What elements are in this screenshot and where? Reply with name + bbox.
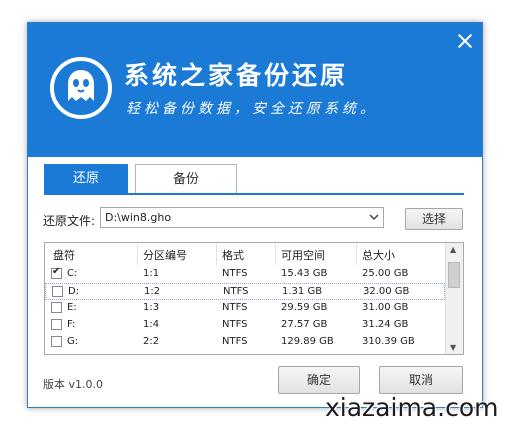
- table-header: 盘符 分区编号 格式 可用空间 总大小: [45, 243, 445, 265]
- scroll-up-icon[interactable]: ▲: [450, 245, 456, 254]
- close-icon[interactable]: [457, 33, 473, 49]
- column-divider: [216, 243, 217, 265]
- column-header-format: 格式: [222, 249, 244, 262]
- cell-drive: D:: [68, 286, 80, 297]
- table-row[interactable]: G: 2:2 NTFS 129.89 GB 310.39 GB: [45, 334, 445, 351]
- column-header-partition: 分区编号: [143, 249, 187, 262]
- cell-free: 1.31 GB: [282, 286, 323, 297]
- column-divider: [275, 243, 276, 265]
- column-divider: [356, 243, 357, 265]
- cell-free: 15.43 GB: [281, 268, 328, 279]
- cell-drive: G:: [67, 336, 79, 347]
- row-checkbox[interactable]: [52, 286, 63, 297]
- app-subtitle: 轻松备份数据，安全还原系统。: [126, 101, 378, 117]
- column-divider: [137, 243, 138, 265]
- column-header-total: 总大小: [362, 249, 395, 262]
- scroll-thumb[interactable]: [448, 262, 460, 288]
- backup-restore-window: 系统之家备份还原 轻松备份数据，安全还原系统。 还原 备份 还原文件: D:\w…: [27, 22, 483, 408]
- confirm-button[interactable]: 确定: [278, 366, 360, 394]
- cell-format: NTFS: [222, 302, 248, 313]
- cell-free: 29.59 GB: [281, 302, 328, 313]
- tab-bar: 还原 备份: [44, 164, 464, 195]
- app-title: 系统之家备份还原: [124, 61, 349, 90]
- browse-button[interactable]: 选择: [405, 208, 463, 230]
- table-scrollbar[interactable]: ▲ ▼: [445, 243, 463, 354]
- row-checkbox[interactable]: [51, 336, 62, 347]
- tab-backup[interactable]: 备份: [135, 164, 237, 193]
- cell-drive: E:: [67, 302, 77, 313]
- cell-format: NTFS: [222, 319, 248, 330]
- scroll-down-icon[interactable]: ▼: [450, 343, 456, 352]
- cell-format: NTFS: [222, 336, 248, 347]
- cell-total: 32.00 GB: [363, 286, 410, 297]
- table-row[interactable]: C: 1:1 NTFS 15.43 GB 25.00 GB: [45, 266, 445, 283]
- cell-total: 31.24 GB: [362, 319, 409, 330]
- row-checkbox[interactable]: [51, 266, 62, 279]
- restore-file-label: 还原文件:: [43, 214, 96, 228]
- cell-free: 27.57 GB: [281, 319, 328, 330]
- column-header-drive: 盘符: [53, 249, 75, 262]
- table-row[interactable]: E: 1:3 NTFS 29.59 GB 31.00 GB: [45, 300, 445, 317]
- cell-free: 129.89 GB: [281, 336, 334, 347]
- cell-partition: 1:3: [143, 302, 160, 313]
- cell-total: 25.00 GB: [362, 268, 409, 279]
- row-checkbox[interactable]: [51, 302, 62, 313]
- cell-partition: 1:2: [144, 286, 161, 297]
- cell-partition: 1:4: [143, 319, 160, 330]
- cancel-button[interactable]: 取消: [379, 366, 463, 394]
- cell-format: NTFS: [222, 268, 248, 279]
- column-header-free: 可用空间: [281, 249, 325, 262]
- cell-drive: C:: [67, 268, 78, 279]
- cell-partition: 1:1: [143, 268, 160, 279]
- header-banner: 系统之家备份还原 轻松备份数据，安全还原系统。: [28, 23, 482, 157]
- site-watermark: xiazaima.com: [325, 393, 499, 422]
- tab-restore[interactable]: 还原: [44, 164, 128, 193]
- partition-table: 盘符 分区编号 格式 可用空间 总大小 C: 1:1 NTFS 15.43 GB…: [44, 242, 464, 355]
- version-label: 版本 v1.0.0: [43, 378, 103, 391]
- cell-format: NTFS: [223, 286, 249, 297]
- table-row[interactable]: F: 1:4 NTFS 27.57 GB 31.24 GB: [45, 317, 445, 334]
- table-row[interactable]: D: 1:2 NTFS 1.31 GB 32.00 GB: [45, 283, 445, 300]
- ghost-logo-icon: [50, 57, 112, 119]
- chevron-down-icon[interactable]: [368, 211, 380, 224]
- restore-file-value: D:\win8.gho: [105, 211, 172, 224]
- row-checkbox[interactable]: [51, 319, 62, 330]
- cell-total: 31.00 GB: [362, 302, 409, 313]
- cell-total: 310.39 GB: [362, 336, 415, 347]
- cell-partition: 2:2: [143, 336, 160, 347]
- cell-drive: F:: [67, 319, 76, 330]
- restore-file-select[interactable]: D:\win8.gho: [100, 207, 384, 228]
